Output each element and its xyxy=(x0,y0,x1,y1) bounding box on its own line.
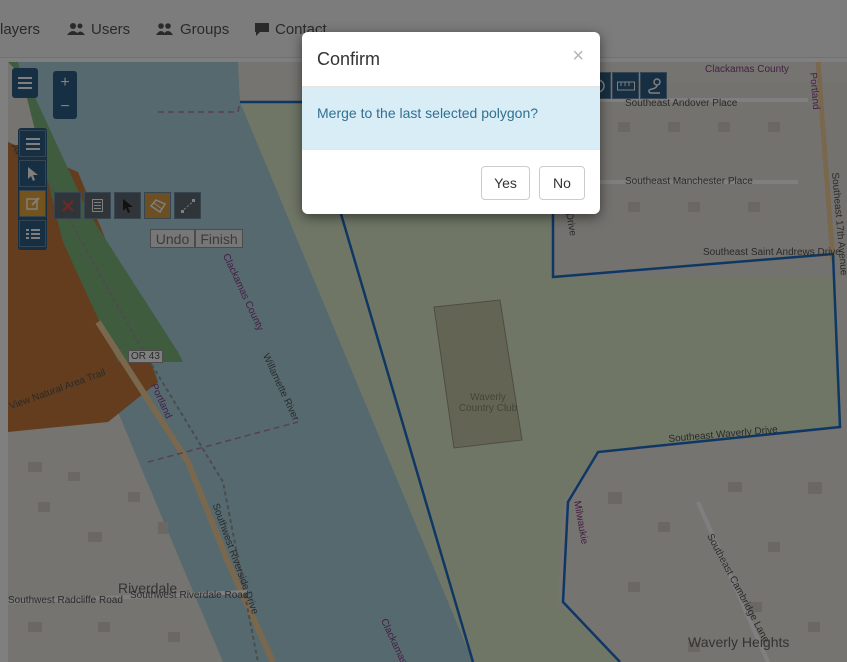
dialog-header: Confirm × xyxy=(302,32,600,87)
dialog-body: Merge to the last selected polygon? xyxy=(302,87,600,150)
yes-button[interactable]: Yes xyxy=(481,166,530,200)
no-button[interactable]: No xyxy=(539,166,585,200)
confirm-dialog: Confirm × Merge to the last selected pol… xyxy=(302,32,600,214)
dialog-message: Merge to the last selected polygon? xyxy=(317,105,539,121)
dialog-title: Confirm xyxy=(317,49,381,69)
close-icon[interactable]: × xyxy=(572,46,584,66)
